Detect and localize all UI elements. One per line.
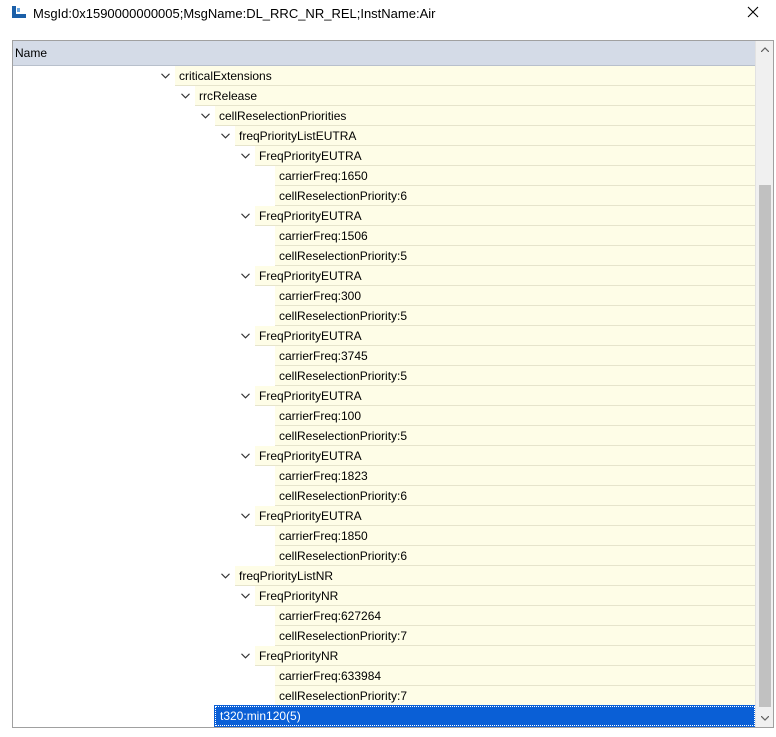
chevron-down-icon[interactable] — [219, 570, 231, 582]
chevron-down-icon[interactable] — [239, 650, 251, 662]
tree-row[interactable]: FreqPriorityEUTRA — [13, 146, 755, 166]
scrollbar-thumb[interactable] — [759, 185, 771, 707]
tree-item-label: cellReselectionPriority:5 — [275, 246, 755, 266]
scroll-up-arrow-icon[interactable] — [756, 41, 773, 58]
tree-row[interactable]: FreqPriorityEUTRA — [13, 206, 755, 226]
tree-row[interactable]: cellReselectionPriority:5 — [13, 246, 755, 266]
tree-row[interactable]: freqPriorityListNR — [13, 566, 755, 586]
tree-item-label: FreqPriorityNR — [255, 646, 755, 666]
tree-row[interactable]: cellReselectionPriority:6 — [13, 546, 755, 566]
tree-row[interactable]: carrierFreq:100 — [13, 406, 755, 426]
chevron-down-icon[interactable] — [239, 450, 251, 462]
chevron-down-icon[interactable] — [159, 70, 171, 82]
tree-row[interactable]: carrierFreq:3745 — [13, 346, 755, 366]
chevron-down-icon[interactable] — [239, 590, 251, 602]
tree-item-label: freqPriorityListEUTRA — [235, 126, 755, 146]
tree-item-label: carrierFreq:1823 — [275, 466, 755, 486]
tree-row[interactable]: cellReselectionPriority:5 — [13, 306, 755, 326]
chevron-down-icon[interactable] — [239, 510, 251, 522]
tree-item-label: carrierFreq:1506 — [275, 226, 755, 246]
tree-item-label: rrcRelease — [195, 86, 755, 106]
column-header-name[interactable]: Name — [13, 41, 755, 66]
tree-item-label: FreqPriorityEUTRA — [255, 146, 755, 166]
tree-item-label: cellReselectionPriority:5 — [275, 306, 755, 326]
tree-item-label: FreqPriorityEUTRA — [255, 506, 755, 526]
tree-row[interactable]: carrierFreq:1823 — [13, 466, 755, 486]
chevron-down-icon[interactable] — [219, 130, 231, 142]
chevron-down-icon[interactable] — [239, 390, 251, 402]
scroll-down-arrow-icon[interactable] — [756, 710, 773, 727]
tree-item-label: cellReselectionPriority:6 — [275, 486, 755, 506]
chevron-down-icon[interactable] — [199, 110, 211, 122]
tree-item-label: carrierFreq:627264 — [275, 606, 755, 626]
tree-item-label: carrierFreq:100 — [275, 406, 755, 426]
tree-item-label: cellReselectionPriorities — [215, 106, 755, 126]
window-title: MsgId:0x1590000000005;MsgName:DL_RRC_NR_… — [33, 6, 436, 21]
tree-row-selected[interactable]: t320:min120(5) — [13, 705, 755, 727]
tree-row[interactable]: criticalExtensions — [13, 66, 755, 86]
tree-item-label: FreqPriorityEUTRA — [255, 326, 755, 346]
tree-item-label: cellReselectionPriority:5 — [275, 366, 755, 386]
message-tree[interactable]: criticalExtensions rrcRelease cellReselect… — [13, 66, 755, 727]
tree-item-label: FreqPriorityEUTRA — [255, 266, 755, 286]
tree-row[interactable]: carrierFreq:300 — [13, 286, 755, 306]
title-bar: MsgId:0x1590000000005;MsgName:DL_RRC_NR_… — [0, 0, 776, 27]
tree-row[interactable]: FreqPriorityNR — [13, 586, 755, 606]
tree-item-label: carrierFreq:3745 — [275, 346, 755, 366]
tree-item-label: t320:min120(5) — [214, 705, 755, 727]
tree-item-label: freqPriorityListNR — [235, 566, 755, 586]
tree-row[interactable]: cellReselectionPriority:6 — [13, 186, 755, 206]
tree-item-label: carrierFreq:300 — [275, 286, 755, 306]
close-icon — [747, 6, 759, 21]
tree-row[interactable]: carrierFreq:1650 — [13, 166, 755, 186]
chevron-down-icon[interactable] — [239, 210, 251, 222]
tree-row[interactable]: freqPriorityListEUTRA — [13, 126, 755, 146]
tree-row[interactable]: FreqPriorityEUTRA — [13, 266, 755, 286]
tree-row[interactable]: FreqPriorityNR — [13, 646, 755, 666]
tree-row[interactable]: rrcRelease — [13, 86, 755, 106]
close-button[interactable] — [730, 0, 776, 27]
tree-item-label: cellReselectionPriority:6 — [275, 186, 755, 206]
tree-row[interactable]: FreqPriorityEUTRA — [13, 446, 755, 466]
tree-row[interactable]: cellReselectionPriorities — [13, 106, 755, 126]
tree-item-label: FreqPriorityEUTRA — [255, 206, 755, 226]
message-tree-panel: Name criticalExtensions rrcRelease cellRes… — [12, 40, 774, 728]
tree-row[interactable]: cellReselectionPriority:5 — [13, 366, 755, 386]
chevron-down-icon[interactable] — [239, 330, 251, 342]
tree-item-label: FreqPriorityEUTRA — [255, 446, 755, 466]
tree-row[interactable]: cellReselectionPriority:6 — [13, 486, 755, 506]
tree-item-label: cellReselectionPriority:5 — [275, 426, 755, 446]
tree-row[interactable]: FreqPriorityEUTRA — [13, 386, 755, 406]
tree-row[interactable]: FreqPriorityEUTRA — [13, 326, 755, 346]
tree-item-label: carrierFreq:633984 — [275, 666, 755, 686]
tree-row[interactable]: cellReselectionPriority:5 — [13, 426, 755, 446]
chevron-down-icon[interactable] — [239, 270, 251, 282]
tree-row[interactable]: carrierFreq:627264 — [13, 606, 755, 626]
tree-row[interactable]: cellReselectionPriority:7 — [13, 626, 755, 646]
tree-item-label: cellReselectionPriority:7 — [275, 626, 755, 646]
tree-item-label: cellReselectionPriority:6 — [275, 546, 755, 566]
chevron-down-icon[interactable] — [179, 90, 191, 102]
tree-item-label: cellReselectionPriority:7 — [275, 686, 755, 706]
tree-row[interactable]: carrierFreq:633984 — [13, 666, 755, 686]
tree-item-label: carrierFreq:1850 — [275, 526, 755, 546]
tree-row[interactable]: cellReselectionPriority:7 — [13, 686, 755, 706]
vertical-scrollbar[interactable] — [755, 41, 773, 727]
chevron-down-icon[interactable] — [239, 150, 251, 162]
tree-row[interactable]: FreqPriorityEUTRA — [13, 506, 755, 526]
column-header-label: Name — [15, 46, 48, 60]
tree-item-label: FreqPriorityEUTRA — [255, 386, 755, 406]
tree-app-icon — [11, 5, 27, 21]
tree-item-label: FreqPriorityNR — [255, 586, 755, 606]
tree-row[interactable]: carrierFreq:1850 — [13, 526, 755, 546]
tree-row[interactable]: carrierFreq:1506 — [13, 226, 755, 246]
tree-item-label: criticalExtensions — [175, 66, 755, 86]
tree-item-label: carrierFreq:1650 — [275, 166, 755, 186]
